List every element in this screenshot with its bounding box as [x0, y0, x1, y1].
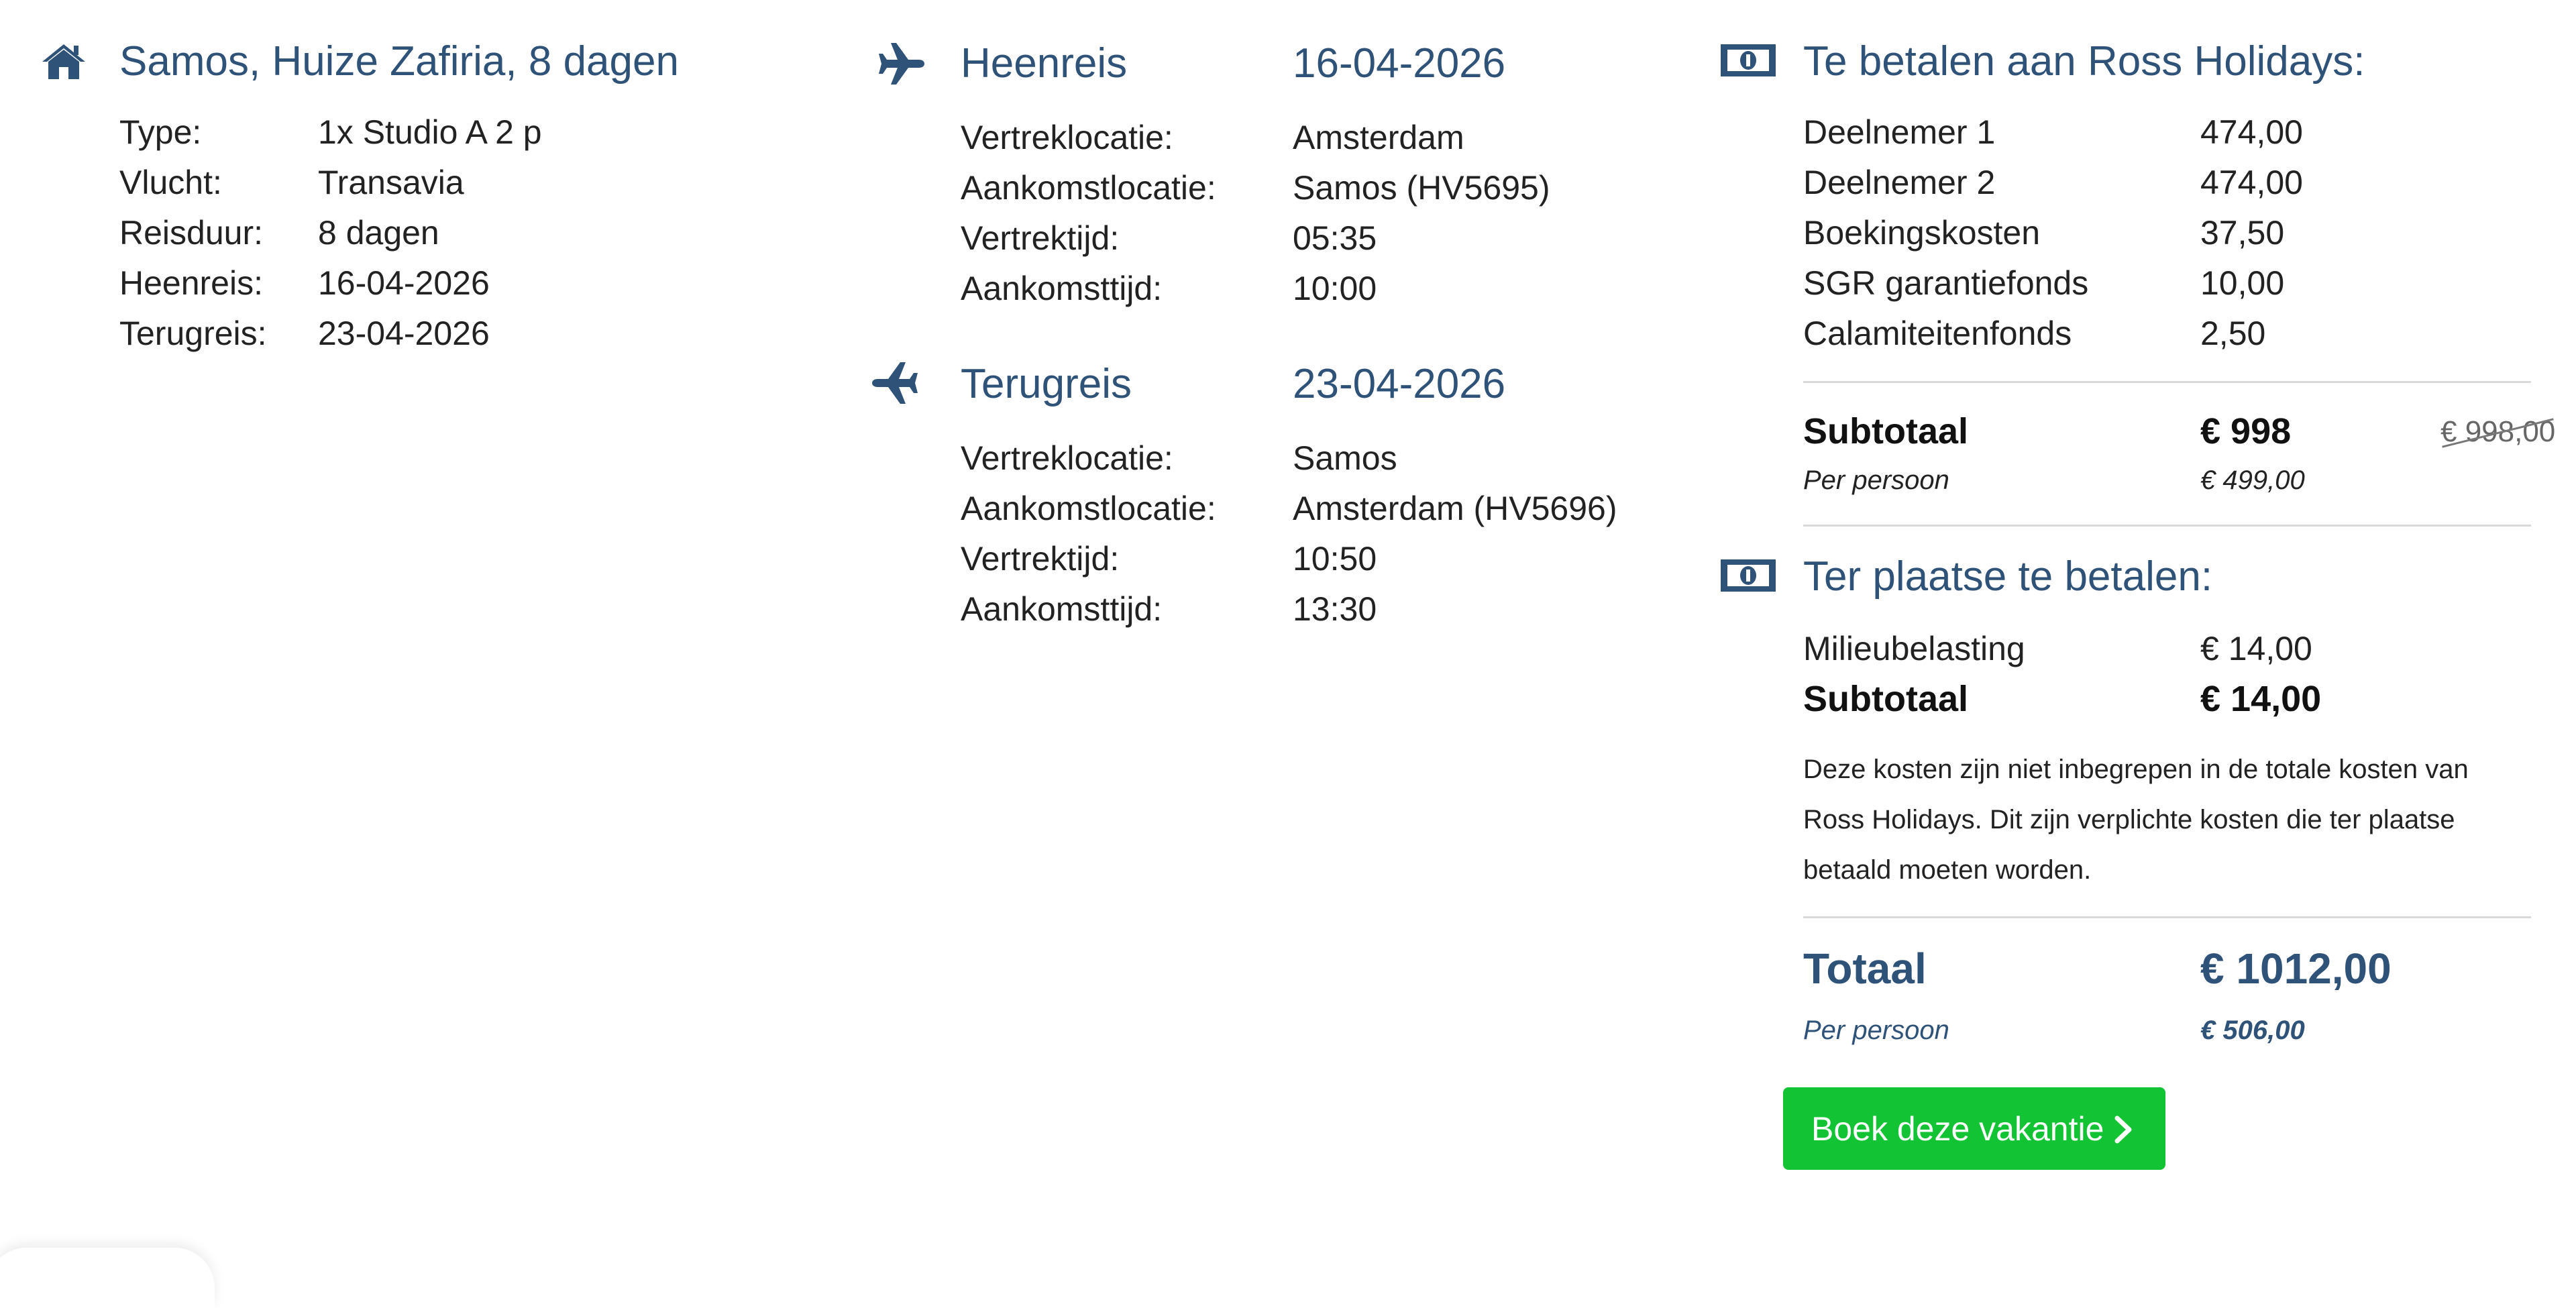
detail-value-flight: Transavia [318, 164, 464, 201]
price-value-participant-2: 474,00 [2200, 164, 2303, 201]
banknote-icon [1719, 558, 1777, 593]
detail-value-outbound: 16-04-2026 [318, 264, 490, 302]
return-value-departure: Samos [1293, 439, 1397, 477]
return-label-arr-time: Aankomsttijd: [961, 590, 1163, 628]
return-date: 23-04-2026 [1293, 361, 1506, 407]
return-value-dep-time: 10:50 [1293, 540, 1377, 578]
subtotal-value: € 998 [2200, 411, 2292, 451]
return-value-arr-time: 13:30 [1293, 590, 1377, 628]
price-label-booking-costs: Boekingskosten [1803, 214, 2041, 252]
detail-label-outbound: Heenreis: [119, 264, 263, 302]
local-costs-note: Deze kosten zijn niet inbegrepen in de t… [1803, 755, 2469, 885]
local-value-eco-tax: € 14,00 [2200, 630, 2312, 667]
outbound-label-departure: Vertreklocatie: [961, 119, 1173, 156]
outbound-label-dep-time: Vertrektijd: [961, 219, 1120, 257]
outbound-title: Heenreis [961, 40, 1128, 87]
outbound-value-departure: Amsterdam [1293, 119, 1464, 156]
return-value-arrival: Amsterdam (HV5696) [1293, 490, 1617, 527]
subtotal-old-price: € 998,00 [2440, 417, 2555, 448]
price-value-sgr: 10,00 [2200, 264, 2285, 302]
total-value: € 1012,00 [2200, 944, 2392, 993]
return-label-dep-time: Vertrektijd: [961, 540, 1120, 578]
detail-value-return: 23-04-2026 [318, 315, 490, 352]
per-person-label: Per persoon [1803, 466, 1949, 495]
outbound-date: 16-04-2026 [1293, 40, 1506, 87]
price-label-participant-1: Deelnemer 1 [1803, 113, 1996, 151]
divider [1803, 916, 2531, 918]
home-icon [40, 42, 87, 80]
outbound-label-arr-time: Aankomsttijd: [961, 270, 1163, 307]
detail-label-duration: Reisduur: [119, 214, 263, 252]
book-holiday-button[interactable]: Boek deze vakantie [1783, 1087, 2165, 1170]
local-subtotal-value: € 14,00 [2200, 679, 2322, 719]
accommodation-title: Samos, Huize Zafiria, 8 dagen [119, 38, 679, 85]
divider [1803, 381, 2531, 383]
price-value-calamity: 2,50 [2200, 315, 2266, 352]
price-label-sgr: SGR garantiefonds [1803, 264, 2089, 302]
price-label-calamity: Calamiteitenfonds [1803, 315, 2072, 352]
detail-value-duration: 8 dagen [318, 214, 439, 252]
detail-label-flight: Vlucht: [119, 164, 222, 201]
plane-icon [869, 358, 919, 408]
outbound-value-arr-time: 10:00 [1293, 270, 1377, 307]
return-title: Terugreis [961, 361, 1132, 407]
return-label-arrival: Aankomstlocatie: [961, 490, 1216, 527]
detail-label-return: Terugreis: [119, 315, 267, 352]
plane-icon [877, 39, 927, 89]
outbound-value-arrival: Samos (HV5695) [1293, 169, 1550, 207]
per-person-value: € 499,00 [2200, 466, 2305, 495]
detail-value-type: 1x Studio A 2 p [318, 113, 542, 151]
price-value-participant-1: 474,00 [2200, 113, 2303, 151]
price-value-booking-costs: 37,50 [2200, 214, 2285, 252]
pay-local-title: Ter plaatse te betalen: [1803, 553, 2213, 600]
local-subtotal-label: Subtotaal [1803, 679, 1969, 719]
pay-ross-title: Te betalen aan Ross Holidays: [1803, 38, 2365, 85]
total-label: Totaal [1803, 944, 1927, 993]
return-label-departure: Vertreklocatie: [961, 439, 1173, 477]
price-label-participant-2: Deelnemer 2 [1803, 164, 1996, 201]
total-per-person-value: € 506,00 [2200, 1016, 2305, 1045]
outbound-label-arrival: Aankomstlocatie: [961, 169, 1216, 207]
local-label-eco-tax: Milieubelasting [1803, 630, 2025, 667]
book-holiday-label: Boek deze vakantie [1811, 1109, 2104, 1148]
chevron-right-icon [2108, 1114, 2139, 1145]
total-per-person-label: Per persoon [1803, 1016, 1949, 1045]
detail-label-type: Type: [119, 113, 202, 151]
outbound-value-dep-time: 05:35 [1293, 219, 1377, 257]
bottom-widget-edge [0, 1248, 215, 1308]
subtotal-label: Subtotaal [1803, 411, 1969, 451]
divider [1803, 525, 2531, 527]
banknote-icon [1719, 43, 1777, 78]
